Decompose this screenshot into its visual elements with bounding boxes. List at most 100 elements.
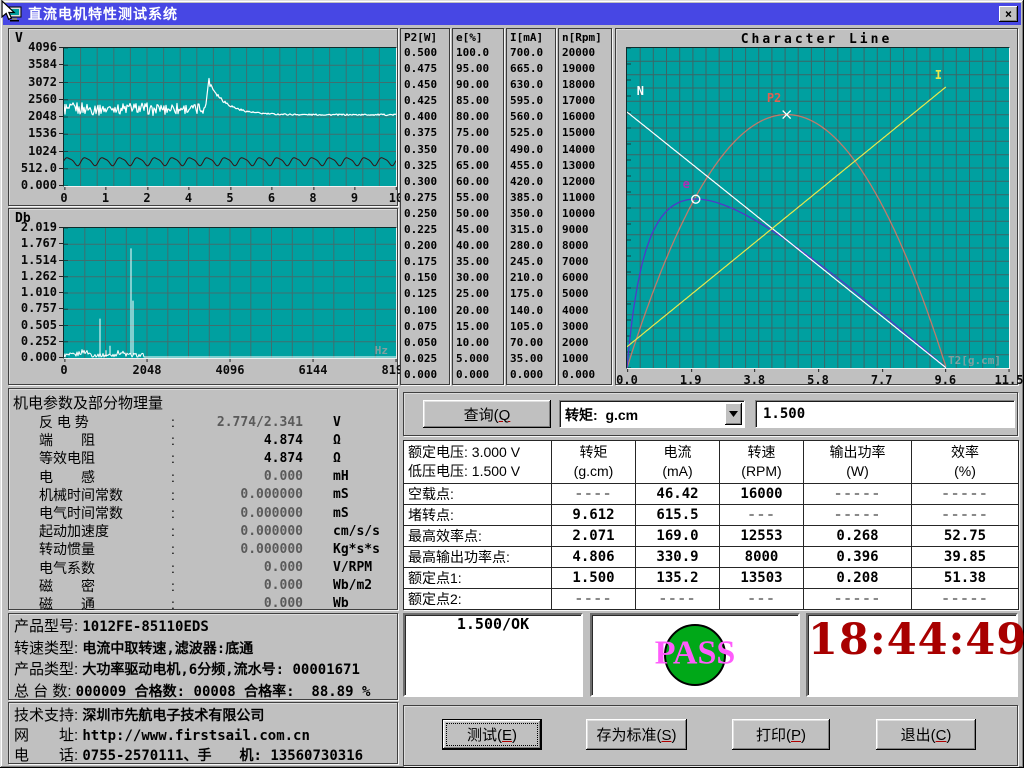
- scale-value: 100.0: [453, 45, 503, 61]
- scale-value: 0.325: [401, 158, 449, 174]
- parameters-rows: 反 电 势:2.774/2.341V端 阻:4.874Ω等效电阻:4.874Ω电…: [9, 413, 397, 613]
- results-row: 堵转点:9.612615.5-------------: [404, 505, 1019, 526]
- parameter-colon: :: [171, 596, 181, 612]
- scale-value: 95.00: [453, 61, 503, 77]
- results-cell: 330.9: [636, 547, 720, 568]
- parameter-row: 电 感:0.000mH: [9, 468, 397, 486]
- results-row: 空载点:----46.4216000----------: [404, 484, 1019, 505]
- scale-value: 0.275: [401, 190, 449, 206]
- scale-value: 55.00: [453, 190, 503, 206]
- parameter-value: 0.000000: [181, 487, 303, 502]
- product-info-line: 转速类型: 电流中取转速,滤波器:底通: [9, 638, 397, 660]
- combobox-value: 转矩: g.cm: [565, 405, 638, 425]
- y-axis-tick-label: 0.757: [11, 301, 57, 315]
- product-line-value: 1012FE-85110EDS: [82, 619, 208, 635]
- results-column-header: 输出功率(W): [804, 441, 912, 484]
- save-standard-button[interactable]: 存为标准(S): [586, 719, 687, 750]
- x-axis-tick-label: 2: [143, 191, 150, 205]
- scale-value: 245.0: [507, 254, 555, 270]
- panel-db-plot: Hz: [63, 227, 397, 359]
- y-axis-tick-label: 0.000: [11, 178, 57, 192]
- scale-value: 25.00: [453, 286, 503, 302]
- product-line-value: 电流中取转速,滤波器:底通: [82, 641, 253, 657]
- scale-value: 20000: [559, 45, 611, 61]
- scale-value: 0.125: [401, 286, 449, 302]
- title-bar: 直流电机特性测试系统 ×: [3, 3, 1021, 25]
- y-axis-tick-label: 3584: [11, 57, 57, 71]
- x-axis-tick-label: 0: [60, 363, 67, 377]
- parameter-row: 电气时间常数:0.000000mS: [9, 504, 397, 522]
- test-result-text: 1.500/OK: [405, 615, 581, 633]
- results-header-row: 额定电压: 3.000 V低压电压: 1.500 V 转矩(g.cm)电流(mA…: [404, 441, 1019, 484]
- y-axis-tick-label: 2048: [11, 109, 57, 123]
- y-axis-tick-label: 1536: [11, 126, 57, 140]
- scale-value: 0.000: [559, 367, 611, 383]
- x-axis-tick-label: 4096: [216, 363, 245, 377]
- scale-value: 20.00: [453, 303, 503, 319]
- x-axis-tick-label: 11.5: [995, 373, 1024, 387]
- x-axis-tick-label: 7.7: [871, 373, 893, 387]
- scale-value: 6000: [559, 270, 611, 286]
- results-cell: -----: [912, 484, 1019, 505]
- panel-scope-plot: [63, 47, 397, 187]
- scale-value: 10000: [559, 206, 611, 222]
- results-cell: -----: [804, 484, 912, 505]
- results-cell: 12553: [720, 526, 804, 547]
- voltage-scope-panel: V 4096358430722560204815361024512.00.000…: [8, 28, 398, 206]
- scale-value: 0.500: [401, 45, 449, 61]
- y-axis-tick-label: 1024: [11, 144, 57, 158]
- x-axis-tick-label: 6144: [299, 363, 328, 377]
- scale-value: 0.400: [401, 109, 449, 125]
- x-axis-tick-label: 6: [268, 191, 275, 205]
- spectrum-panel: Db Hz2.0191.7671.5141.2621.0100.7570.505…: [8, 208, 398, 385]
- character-chart-title: Character Line: [616, 32, 1017, 47]
- results-cell: -----: [804, 505, 912, 526]
- exit-button[interactable]: 退出(C): [876, 719, 976, 750]
- scale-column-ImA: I[mA]700.0665.0630.0595.0560.0525.0490.0…: [506, 28, 556, 385]
- scale-value: 90.00: [453, 77, 503, 93]
- results-cell: 0.268: [804, 526, 912, 547]
- print-button[interactable]: 打印(P): [732, 719, 830, 750]
- pass-indicator-box: PASS: [590, 613, 800, 697]
- results-cell: 16000: [720, 484, 804, 505]
- scale-value: 30.00: [453, 270, 503, 286]
- query-bar-panel: 查询(Q 转矩: g.cm: [403, 392, 1018, 436]
- test-button[interactable]: 测试(E): [442, 719, 542, 750]
- scale-value: 35.00: [453, 254, 503, 270]
- y-axis-tick-label: 2.019: [11, 220, 57, 234]
- x-axis-tick-label: 0.0: [616, 373, 638, 387]
- scale-value: 385.0: [507, 190, 555, 206]
- parameter-colon: :: [171, 469, 181, 485]
- scale-value: 35.00: [507, 351, 555, 367]
- parameter-unit: mS: [333, 506, 349, 521]
- query-button[interactable]: 查询(Q: [423, 400, 551, 428]
- parameter-label: 机械时间常数: [39, 485, 171, 505]
- scale-value: 5.000: [453, 351, 503, 367]
- close-button[interactable]: ×: [999, 6, 1018, 22]
- results-cell: 0.208: [804, 568, 912, 589]
- scale-value: 60.00: [453, 174, 503, 190]
- torque-value-input[interactable]: [755, 400, 1015, 428]
- parameter-label: 电 感: [39, 467, 171, 487]
- chevron-down-icon[interactable]: [725, 403, 742, 425]
- y-axis-tick-label: 0.000: [11, 350, 57, 364]
- results-cell: ---: [720, 589, 804, 610]
- y-axis-tick-label: 2560: [11, 92, 57, 106]
- scale-value: 630.0: [507, 77, 555, 93]
- product-line-label: 总 台 数:: [14, 683, 76, 700]
- results-cell: ----: [552, 589, 636, 610]
- parameter-value: 0.000: [181, 469, 303, 484]
- clock-display: 18:44:49: [808, 615, 1016, 665]
- scale-value: 0.000: [401, 367, 449, 383]
- results-cell: ----: [636, 589, 720, 610]
- y-axis-tick-label: 1.514: [11, 253, 57, 267]
- scale-column-P2W: P2[W]0.5000.4750.4500.4250.4000.3750.350…: [400, 28, 450, 385]
- x-axis-tick-label: 8: [309, 191, 316, 205]
- scale-value: 11000: [559, 190, 611, 206]
- results-cell: 169.0: [636, 526, 720, 547]
- hotkey-underline: P: [791, 727, 801, 744]
- y-axis-tick-label: 512.0: [11, 161, 57, 175]
- scale-value: 45.00: [453, 222, 503, 238]
- torque-unit-combobox[interactable]: 转矩: g.cm: [559, 400, 745, 428]
- support-info-line: 电 话: 0755-2570111、手 机: 13560730316: [9, 745, 397, 766]
